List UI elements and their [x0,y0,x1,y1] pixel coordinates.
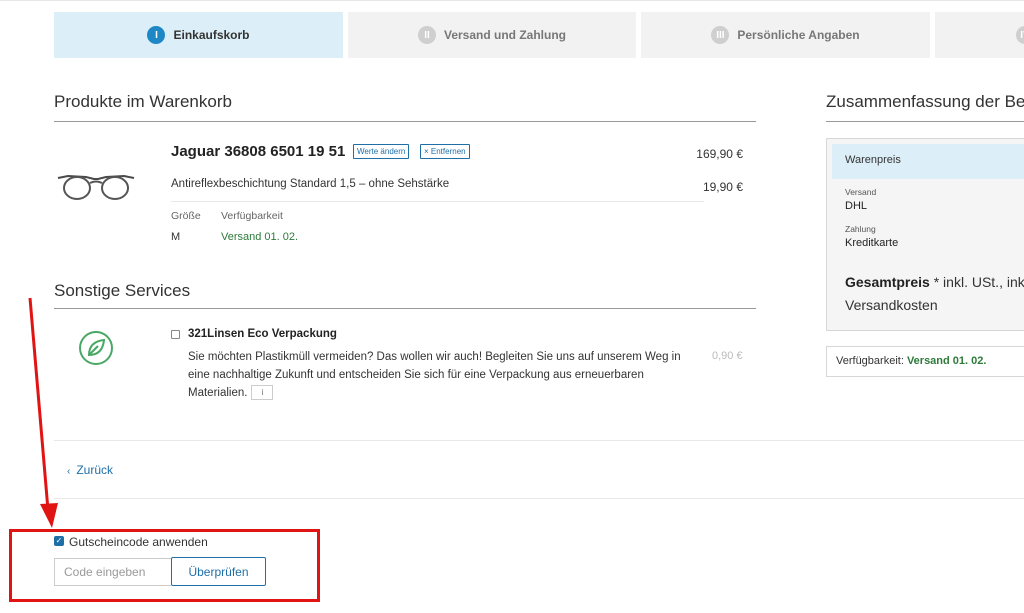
total-label: Gesamtpreis [845,274,930,290]
eco-packaging-title[interactable]: 321Linsen Eco Verpackung [188,328,337,340]
step-personal-details[interactable]: III Persönliche Angaben [641,12,930,58]
checkout-steps: I Einkaufskorb II Versand und Zahlung II… [54,12,1024,58]
shipping-label: Versand [845,187,877,197]
summary-heading: Zusammenfassung der Bes [826,92,1024,111]
edit-values-button[interactable]: Werte ändern [353,144,410,159]
step-label: Versand und Zahlung [443,28,566,42]
step-label: Persönliche Angaben [737,28,860,42]
footer-divider-top [54,440,1024,441]
step-confirmation[interactable]: IV [935,12,1024,58]
availability-label: Verfügbarkeit [221,210,283,222]
chevron-left-icon: ‹ [67,466,71,477]
services-heading: Sonstige Services [54,281,191,300]
summary-divider [826,121,1024,122]
summary-availability-label: Verfügbarkeit: [836,355,907,367]
step-shipping-payment[interactable]: II Versand und Zahlung [348,12,636,58]
step-number-icon: II [417,26,436,44]
eco-leaf-icon [79,331,113,365]
total-price: Gesamtpreis * inkl. USt., inkl. Versandk… [845,271,1024,317]
payment-value: Kreditkarte [845,237,899,249]
lens-option-price: 19,90 € [702,180,743,194]
product-price: 169,90 € [696,147,743,161]
glasses-product-image[interactable] [56,171,136,205]
summary-price-row: Warenpreis [832,144,1024,179]
product-title[interactable]: Jaguar 36808 6501 19 51 [171,143,345,160]
step-label: Einkaufskorb [173,28,250,42]
footer-divider-bottom [54,498,1024,499]
availability-value: Versand 01. 02. [221,231,299,243]
summary-availability-value: Versand 01. 02. [906,355,987,367]
back-link[interactable]: ‹ Zurück [67,463,113,477]
eco-packaging-price: 0,90 € [712,350,743,362]
size-value: M [171,231,181,243]
remove-button[interactable]: × Entfernen [420,144,470,159]
step-number-icon: IV [1016,26,1024,44]
cart-divider [54,121,756,122]
back-link-label: Zurück [76,463,114,477]
eco-packaging-description: Sie möchten Plastikmüll vermeiden? Das w… [188,348,698,402]
lens-option: Antireflexbeschichtung Standard 1,5 – oh… [171,178,450,190]
eco-packaging-checkbox[interactable] [171,330,180,339]
services-divider [54,308,756,309]
shipping-value: DHL [845,200,868,212]
option-divider [171,201,704,202]
cart-heading: Produkte im Warenkorb [54,92,232,111]
step-cart[interactable]: I Einkaufskorb [54,12,343,58]
info-button[interactable]: i [251,385,274,401]
payment-label: Zahlung [845,224,876,234]
top-border [0,0,1024,1]
annotation-highlight-box [9,529,320,602]
size-label: Größe [171,210,201,222]
step-number-icon: III [711,26,730,44]
summary-availability: Verfügbarkeit: Versand 01. 02. [826,346,1024,377]
step-number-icon: I [147,26,166,44]
